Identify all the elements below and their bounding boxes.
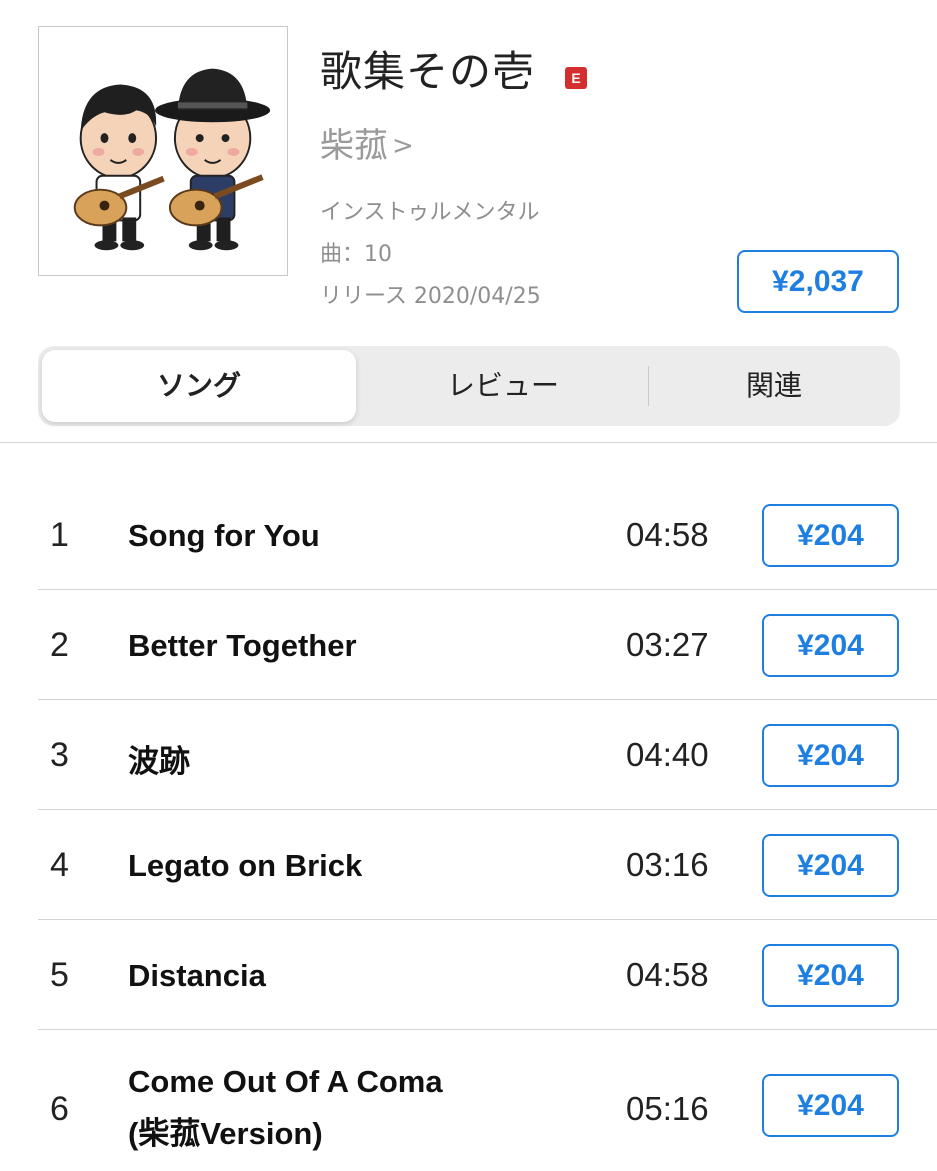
album-release-date: リリース 2020/04/25 — [320, 284, 541, 309]
artist-link[interactable]: 柴菰 > — [320, 118, 414, 167]
album-genre: インストゥルメンタル — [320, 200, 540, 225]
track-title: Come Out Of A Coma — [128, 1064, 443, 1099]
tab-songs[interactable]: ソング — [42, 350, 356, 422]
track-price-button[interactable]: ¥204 — [762, 1074, 899, 1137]
track-duration: 03:27 — [626, 626, 709, 663]
tab-divider — [648, 366, 649, 406]
track-number: 3 — [50, 736, 69, 774]
segmented-control: ソング レビュー 関連 — [38, 346, 900, 426]
track-number: 6 — [50, 1090, 69, 1128]
row-divider — [38, 699, 937, 700]
explicit-badge: E — [565, 67, 587, 89]
track-title-line2: (柴菰Version) — [128, 1116, 323, 1151]
track-price-button[interactable]: ¥204 — [762, 834, 899, 897]
artist-name: 柴菰 — [320, 126, 388, 166]
album-title: 歌集その壱 — [320, 47, 536, 96]
track-title: 波跡 — [128, 744, 190, 779]
track-number: 2 — [50, 626, 69, 664]
track-title: Distancia — [128, 958, 266, 993]
track-number: 5 — [50, 956, 69, 994]
tab-reviews[interactable]: レビュー — [356, 350, 650, 422]
section-divider — [0, 442, 937, 443]
track-duration: 04:40 — [626, 736, 709, 773]
album-price-button[interactable]: ¥2,037 — [737, 250, 899, 313]
album-artwork[interactable] — [38, 26, 288, 276]
track-title: Song for You — [128, 518, 320, 553]
track-price-button[interactable]: ¥204 — [762, 504, 899, 567]
track-price-button[interactable]: ¥204 — [762, 724, 899, 787]
album-artwork-illustration — [39, 27, 287, 275]
track-duration: 05:16 — [626, 1090, 709, 1127]
row-divider — [38, 809, 937, 810]
track-number: 1 — [50, 516, 69, 554]
row-divider — [38, 919, 937, 920]
track-number: 4 — [50, 846, 69, 884]
track-duration: 04:58 — [626, 956, 709, 993]
row-divider — [38, 1029, 937, 1030]
track-price-button[interactable]: ¥204 — [762, 614, 899, 677]
track-price-button[interactable]: ¥204 — [762, 944, 899, 1007]
track-title: Better Together — [128, 628, 357, 663]
track-duration: 03:16 — [626, 846, 709, 883]
track-duration: 04:58 — [626, 516, 709, 553]
track-title: Legato on Brick — [128, 848, 363, 883]
row-divider — [38, 589, 937, 590]
album-track-count: 曲：10 — [320, 242, 392, 267]
chevron-right-icon: > — [392, 131, 414, 161]
tab-related[interactable]: 関連 — [650, 350, 898, 422]
